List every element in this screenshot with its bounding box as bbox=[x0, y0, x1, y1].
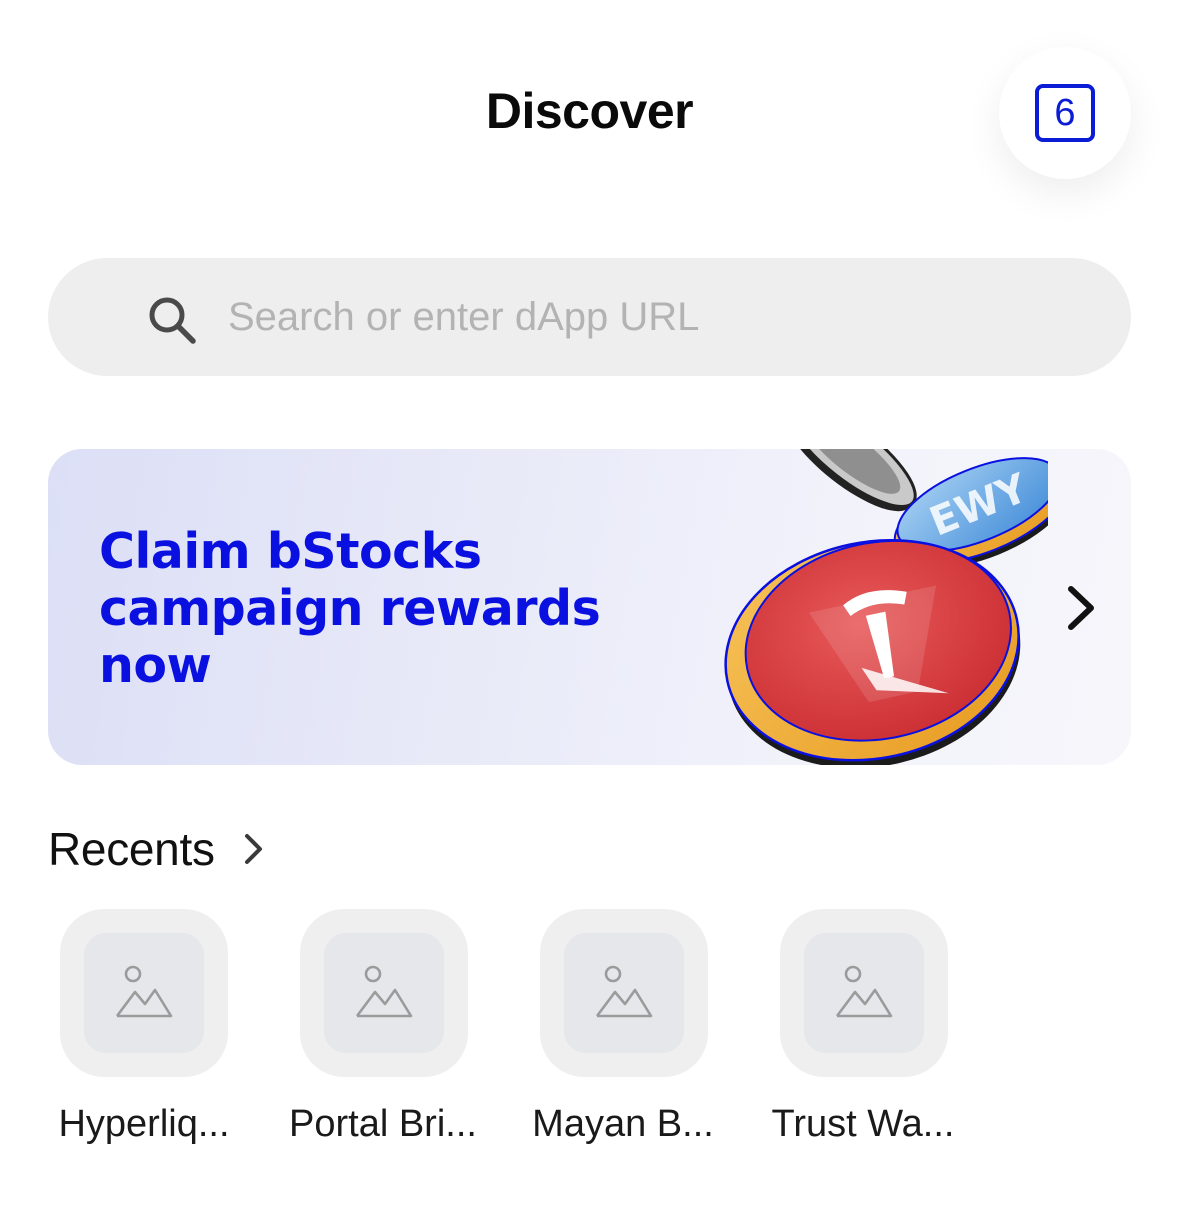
search-input[interactable] bbox=[228, 286, 1088, 348]
dapp-icon-tile[interactable] bbox=[540, 909, 708, 1077]
banner-headline-line: campaign rewards bbox=[99, 580, 601, 637]
header: Discover 6 bbox=[0, 0, 1179, 230]
tabs-button[interactable]: 6 bbox=[999, 47, 1131, 179]
recent-item-label: Trust Wa... bbox=[771, 1103, 955, 1145]
promo-banner[interactable]: Claim bStocks campaign rewards now EWY bbox=[48, 449, 1131, 765]
recents-title: Recents bbox=[48, 823, 215, 875]
recent-item-label: Hyperliq... bbox=[58, 1103, 230, 1145]
dapp-icon-tile[interactable] bbox=[60, 909, 228, 1077]
search-bar[interactable] bbox=[48, 258, 1131, 376]
search-icon bbox=[149, 297, 196, 344]
dapp-icon-tile[interactable] bbox=[780, 909, 948, 1077]
banner-headline-line: Claim bStocks bbox=[99, 523, 482, 580]
dapp-icon-tile[interactable] bbox=[300, 909, 468, 1077]
banner-headline-line: now bbox=[99, 637, 212, 694]
image-placeholder-icon bbox=[595, 965, 653, 1018]
recents-header[interactable]: Recents bbox=[48, 822, 265, 876]
image-placeholder-icon bbox=[115, 965, 173, 1018]
banner-headline: Claim bStocks campaign rewards now bbox=[99, 523, 699, 694]
chevron-right-icon[interactable] bbox=[1063, 585, 1099, 631]
recent-item-label: Mayan B... bbox=[532, 1103, 714, 1145]
image-placeholder-icon bbox=[835, 965, 893, 1018]
tabs-count-badge: 6 bbox=[1035, 84, 1095, 142]
image-placeholder-icon bbox=[355, 965, 413, 1018]
coins-illustration: EWY bbox=[724, 449, 1048, 765]
recent-item-label: Portal Bri... bbox=[289, 1103, 477, 1145]
chevron-right-icon bbox=[244, 834, 262, 864]
